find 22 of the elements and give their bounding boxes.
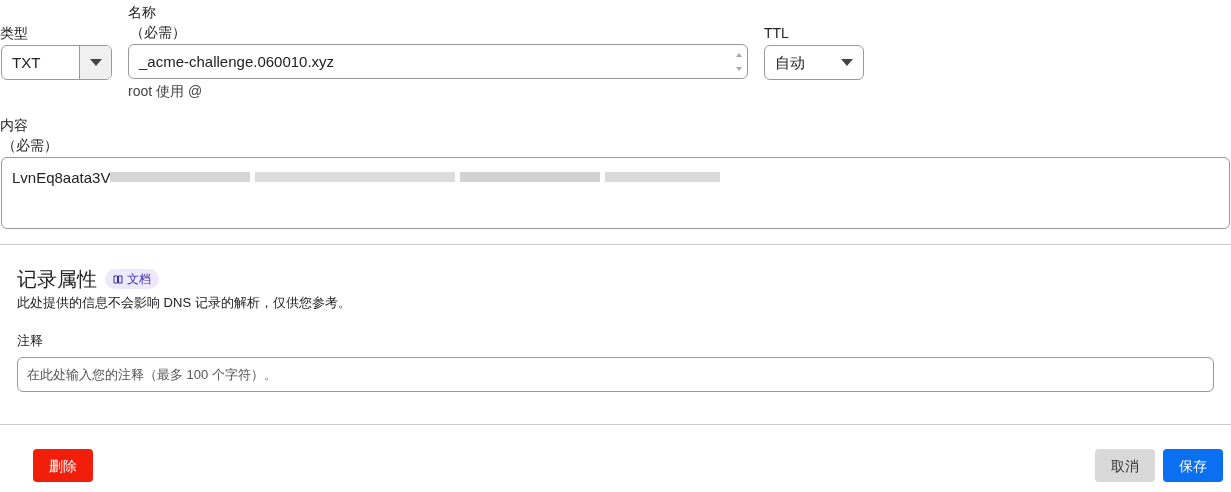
book-icon (113, 274, 123, 284)
save-button[interactable]: 保存 (1163, 449, 1223, 483)
field-label: 内容 (0, 116, 29, 135)
required-note: （必需） (129, 23, 187, 42)
section-title: 记录属性 (17, 267, 97, 292)
field-label: 名称 (128, 3, 157, 22)
comment-field[interactable]: 在此处输入您的注释（最多 100 个字符）。 (17, 357, 1214, 393)
field-label: 注释 (17, 331, 44, 350)
section-description: 此处提供的信息不会影响 DNS 记录的解析，仅供您参考。 (17, 294, 352, 312)
delete-button[interactable]: 删除 (33, 449, 93, 483)
cancel-button[interactable]: 取消 (1095, 449, 1155, 483)
field-label: 类型 (0, 24, 29, 43)
field-label: TTL (764, 24, 790, 43)
caret-icon (89, 59, 102, 66)
caret-icon (841, 59, 853, 66)
field-hint: root 使用 @ (128, 82, 204, 101)
required-note: （必需） (1, 136, 59, 155)
ttl-select[interactable]: 自动 (764, 45, 864, 80)
docs-link[interactable]: 文档 (105, 269, 159, 289)
name-field[interactable]: _acme-challenge.060010.xyz (128, 44, 748, 79)
content-field[interactable]: LvnEq8aata3V (1, 157, 1230, 229)
type-select[interactable]: TXT (1, 45, 112, 80)
